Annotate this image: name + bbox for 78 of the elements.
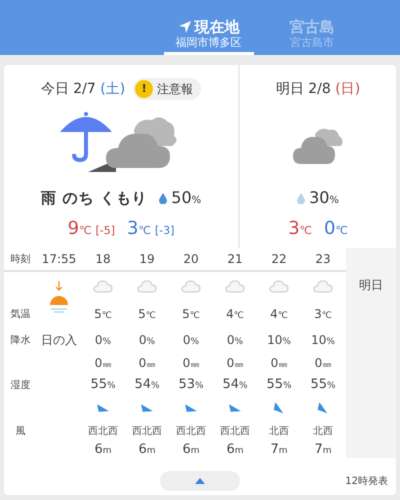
row-label: 湿度 bbox=[10, 378, 30, 392]
rainfall: 0㎜ bbox=[270, 354, 288, 372]
cloud-icon bbox=[181, 280, 201, 292]
wind-speed: 6m bbox=[138, 441, 156, 460]
humidity: 54% bbox=[222, 376, 248, 394]
wind-speed: 7m bbox=[314, 441, 332, 460]
rainfall: 0㎜ bbox=[226, 354, 244, 372]
humidity: 54% bbox=[134, 376, 160, 394]
temperature: 5℃ bbox=[94, 306, 112, 323]
precipitation-chance: 0% bbox=[94, 332, 112, 349]
hour-label: 21 bbox=[227, 251, 243, 268]
wind-direction: 西北西 bbox=[176, 424, 206, 438]
precipitation-chance: 10% bbox=[267, 332, 291, 349]
rainfall: 0㎜ bbox=[94, 354, 112, 372]
wind-arrow-icon bbox=[185, 404, 197, 412]
row-label: 降水 bbox=[10, 334, 30, 348]
high-temperature: 3℃ bbox=[288, 217, 312, 241]
wind-arrow-icon bbox=[229, 404, 241, 412]
rainfall: 0㎜ bbox=[314, 354, 332, 372]
rainfall: 0㎜ bbox=[182, 354, 200, 372]
wind-direction: 西北西 bbox=[220, 424, 250, 438]
hour-label: 23 bbox=[315, 251, 331, 268]
temperature: 3℃ bbox=[314, 306, 332, 323]
alert-badge[interactable]: ! 注意報 bbox=[133, 78, 202, 100]
temperature: 5℃ bbox=[182, 306, 200, 323]
wind-speed: 6m bbox=[94, 441, 112, 460]
precipitation-chance: 0% bbox=[138, 332, 156, 349]
wind-speed: 7m bbox=[270, 441, 288, 460]
up-caret-icon bbox=[195, 478, 205, 484]
humidity: 55% bbox=[90, 376, 116, 394]
location-arrow-icon bbox=[178, 20, 192, 34]
day-date: 明日 2/8 (日) bbox=[276, 80, 360, 98]
weather-text: 雨 のち くもり bbox=[40, 188, 148, 209]
wind-direction: 西北西 bbox=[88, 424, 118, 438]
hour-label: 18 bbox=[95, 251, 111, 268]
day-date: 今日 2/7 (土) bbox=[40, 80, 126, 98]
humidity: 55% bbox=[266, 376, 292, 394]
humidity: 55% bbox=[310, 376, 336, 394]
precipitation-chance: 30% bbox=[309, 187, 339, 209]
temperature: 4℃ bbox=[226, 306, 244, 323]
cloud-icon bbox=[291, 126, 345, 166]
cloud-icon bbox=[225, 280, 245, 292]
humidity: 53% bbox=[178, 376, 204, 394]
rainfall: 0㎜ bbox=[138, 354, 156, 372]
row-label: 風 bbox=[16, 424, 26, 438]
cloud-icon bbox=[313, 280, 333, 292]
wind-arrow-icon bbox=[141, 404, 153, 412]
down-arrow-icon bbox=[55, 281, 63, 291]
high-temperature: 9℃ [-5] bbox=[68, 217, 115, 241]
cloud-icon bbox=[269, 280, 289, 292]
precipitation-chance: 50% bbox=[171, 187, 202, 209]
hour-label: 19 bbox=[139, 251, 155, 268]
raindrop-icon bbox=[159, 192, 168, 204]
temperature: 5℃ bbox=[138, 306, 156, 323]
wind-speed: 6m bbox=[226, 441, 244, 460]
sunset-label: 日の入 bbox=[41, 332, 77, 349]
cloud-icon bbox=[137, 280, 157, 292]
low-temperature: 3℃ [-3] bbox=[127, 217, 174, 241]
precipitation-chance: 0% bbox=[182, 332, 200, 349]
wind-arrow-icon bbox=[97, 404, 109, 412]
row-label: 時刻 bbox=[10, 252, 30, 266]
low-temperature: 0℃ bbox=[324, 217, 348, 241]
raindrop-icon bbox=[297, 192, 306, 204]
wind-direction: 西北西 bbox=[132, 424, 162, 438]
temperature: 4℃ bbox=[270, 306, 288, 323]
cloud-icon bbox=[93, 280, 113, 292]
next-day-column[interactable]: 明日 bbox=[346, 248, 396, 458]
wind-speed: 6m bbox=[182, 441, 200, 460]
wind-direction: 北西 bbox=[313, 424, 333, 438]
wind-direction: 北西 bbox=[269, 424, 289, 438]
hour-label: 22 bbox=[271, 251, 287, 268]
precipitation-chance: 10% bbox=[311, 332, 335, 349]
row-label: 気温 bbox=[10, 308, 30, 322]
time-label: 17:55 bbox=[42, 251, 76, 268]
hour-label: 20 bbox=[183, 251, 199, 268]
precipitation-chance: 0% bbox=[226, 332, 244, 349]
collapse-button[interactable] bbox=[160, 471, 240, 491]
issued-time: 12時発表 bbox=[345, 474, 388, 488]
